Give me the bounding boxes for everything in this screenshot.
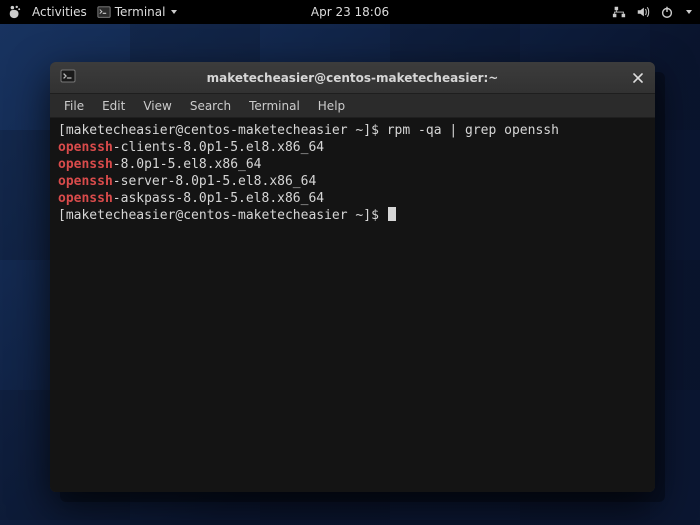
activities-button[interactable]: Activities [32, 5, 87, 19]
prompt: [maketecheasier@centos-maketecheasier ~]… [58, 123, 387, 138]
output-text: -clients-8.0p1-5.el8.x86_64 [113, 140, 324, 155]
terminal-titlebar-icon [60, 68, 76, 87]
window-close-button[interactable] [627, 67, 649, 89]
prompt: [maketecheasier@centos-maketecheasier ~]… [58, 208, 387, 223]
menu-help[interactable]: Help [310, 97, 353, 115]
close-icon [633, 73, 643, 83]
menu-file[interactable]: File [56, 97, 92, 115]
terminal-app-icon [97, 5, 111, 19]
terminal-menubar: File Edit View Search Terminal Help [50, 94, 655, 118]
chevron-down-icon [171, 10, 177, 14]
output-text: -askpass-8.0p1-5.el8.x86_64 [113, 191, 324, 206]
network-icon [612, 5, 626, 19]
terminal-content[interactable]: [maketecheasier@centos-maketecheasier ~]… [50, 118, 655, 492]
volume-icon [636, 5, 650, 19]
app-menu[interactable]: Terminal [97, 5, 178, 19]
menu-terminal[interactable]: Terminal [241, 97, 308, 115]
grep-match: openssh [58, 157, 113, 172]
output-text: -8.0p1-5.el8.x86_64 [113, 157, 262, 172]
system-status-area[interactable] [612, 5, 692, 19]
window-title: maketecheasier@centos-maketecheasier:~ [104, 71, 601, 85]
menu-search[interactable]: Search [182, 97, 239, 115]
grep-match: openssh [58, 140, 113, 155]
terminal-cursor [388, 207, 396, 221]
grep-match: openssh [58, 191, 113, 206]
command: rpm -qa | grep openssh [387, 123, 559, 138]
output-text: -server-8.0p1-5.el8.x86_64 [113, 174, 317, 189]
gnome-foot-icon [8, 5, 22, 19]
menu-edit[interactable]: Edit [94, 97, 133, 115]
terminal-window: maketecheasier@centos-maketecheasier:~ F… [50, 62, 655, 492]
chevron-down-icon [686, 10, 692, 14]
menu-view[interactable]: View [135, 97, 179, 115]
window-titlebar[interactable]: maketecheasier@centos-maketecheasier:~ [50, 62, 655, 94]
app-menu-label: Terminal [115, 5, 166, 19]
clock[interactable]: Apr 23 18:06 [311, 5, 389, 19]
grep-match: openssh [58, 174, 113, 189]
power-icon [660, 5, 674, 19]
gnome-top-bar: Activities Terminal Apr 23 18:06 [0, 0, 700, 24]
